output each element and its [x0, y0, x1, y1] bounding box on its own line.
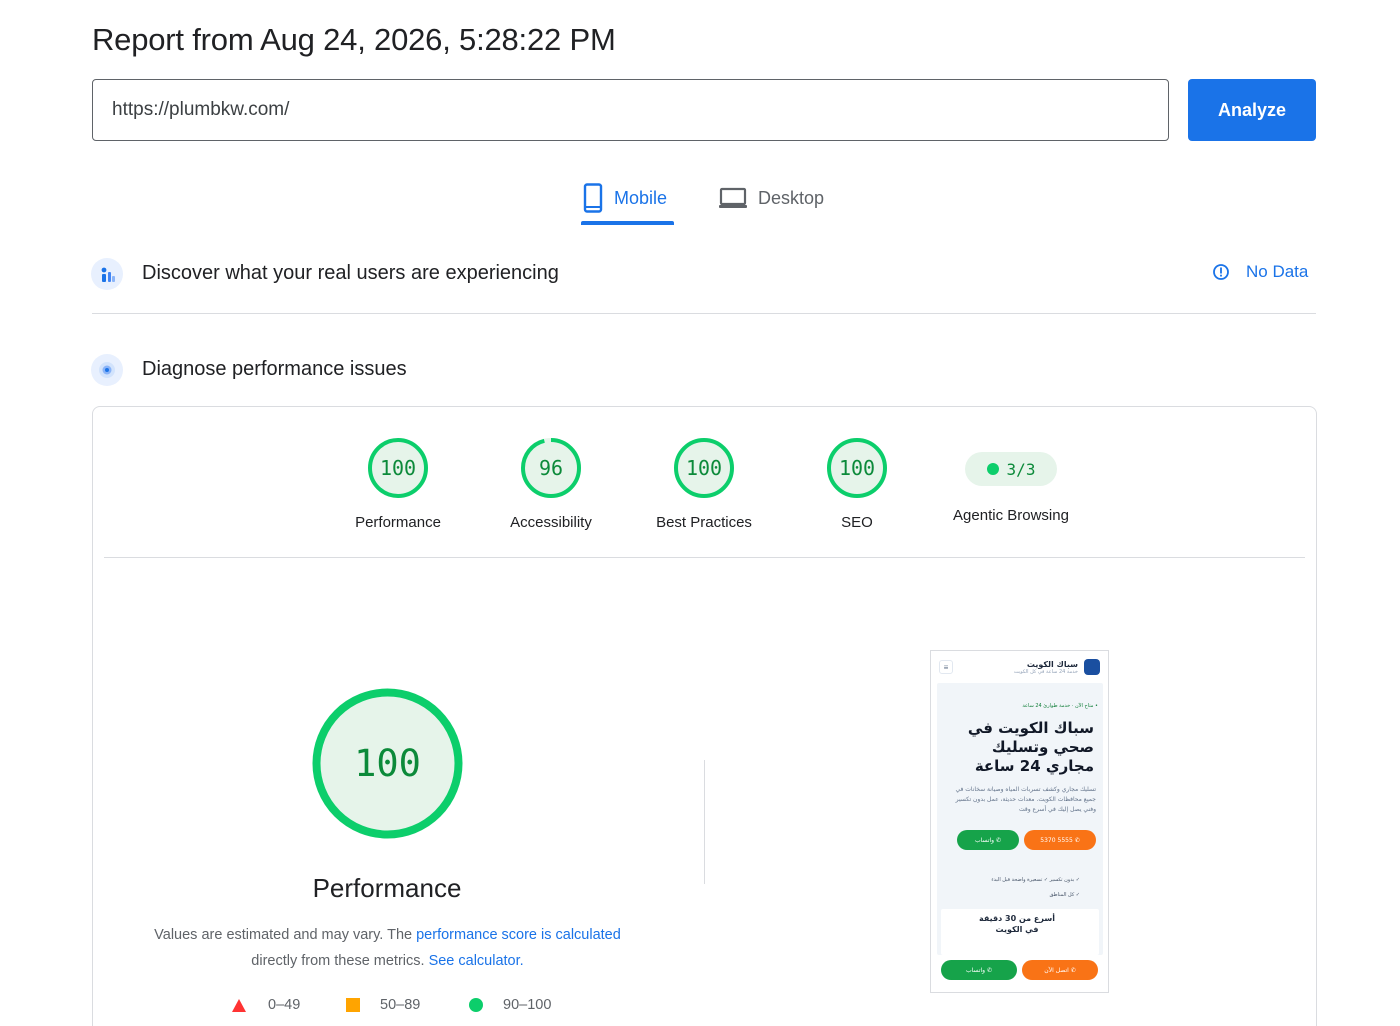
gauge-ring: 96	[521, 438, 581, 498]
field-data-title: Discover what your real users are experi…	[142, 262, 559, 284]
section-divider	[92, 313, 1316, 314]
diagnose-title: Diagnose performance issues	[142, 358, 407, 380]
performance-description: Values are estimated and may vary. The p…	[130, 922, 645, 974]
pass-dot-icon	[986, 463, 999, 475]
shot-card-title: أسرع من 30 دقيقة في الكويت	[979, 914, 1055, 934]
shot-logo: سباك الكويت خدمة 24 ساعة في كل الكويت	[1014, 659, 1100, 675]
gauge-score: 100	[686, 456, 722, 480]
shot-feature-1: ✓ بدون تكسير ✓ تسعيرة واضحة قبل البدء	[991, 877, 1080, 883]
performance-big-gauge: 100	[312, 688, 463, 839]
pass-circle-icon	[469, 998, 483, 1012]
average-square-icon	[346, 998, 360, 1012]
shot-bottom-call: ✆ اتصل الآن	[1022, 960, 1098, 980]
agentic-score: 3/3	[1006, 459, 1036, 479]
smartphone-icon	[583, 183, 603, 213]
gauge-score: 96	[539, 456, 563, 480]
legend-average: 50–89	[346, 997, 420, 1013]
analyze-button[interactable]: Analyze	[1188, 79, 1316, 141]
tab-mobile[interactable]: Mobile	[582, 178, 667, 218]
legend-fail-label: 0–49	[268, 997, 301, 1013]
card-divider	[104, 557, 1305, 558]
gauge-label: Agentic Browsing	[953, 507, 1069, 524]
gauge-score: 100	[839, 456, 875, 480]
users-chart-icon	[91, 258, 123, 290]
gauge-ring: 100	[827, 438, 887, 498]
legend-fail: 0–49	[232, 997, 300, 1013]
gauge-label: Accessibility	[510, 514, 592, 531]
legend-pass-label: 90–100	[503, 997, 552, 1013]
no-data-label: No Data	[1246, 262, 1309, 281]
gauge-seo[interactable]: 100 SEO	[807, 437, 907, 531]
shot-badge: • متاح الآن · خدمة طوارئ 24 ساعة	[1022, 703, 1098, 709]
no-data-link[interactable]: No Data	[1212, 262, 1308, 282]
gauge-best-practices[interactable]: 100 Best Practices	[654, 437, 754, 531]
shot-feature-2: ✓ كل المناطق	[1049, 892, 1080, 898]
legend-pass: 90–100	[469, 997, 551, 1013]
report-title: Report from Aug 24, 2026, 5:28:22 PM	[92, 22, 616, 57]
shot-heading: سباك الكويت في صحي وتسليك مجاري 24 ساعة	[967, 719, 1094, 775]
active-tab-indicator	[581, 221, 674, 225]
shot-paragraph: تسليك مجاري وكشف تسربات المياه وصيانة سخ…	[955, 786, 1096, 813]
page-screenshot[interactable]: سباك الكويت خدمة 24 ساعة في كل الكويت ≡ …	[930, 650, 1109, 993]
gauge-agentic-browsing[interactable]: 3/3 Agentic Browsing	[950, 437, 1072, 524]
shot-brand-sub: خدمة 24 ساعة في كل الكويت	[1013, 668, 1078, 675]
gauge-accessibility[interactable]: 96 Accessibility	[501, 437, 601, 531]
shot-whatsapp-button: ✆ واتساب	[957, 830, 1019, 850]
radar-icon	[91, 354, 123, 386]
gauge-label: Performance	[355, 514, 441, 531]
gauge-performance[interactable]: 100 Performance	[348, 437, 448, 531]
shot-bottom-whatsapp: ✆ واتساب	[941, 960, 1017, 980]
fail-triangle-icon	[232, 998, 246, 1012]
agentic-pill: 3/3	[965, 452, 1057, 486]
performance-score-link[interactable]: performance score is calculated	[416, 927, 621, 943]
gauge-ring: 100	[674, 438, 734, 498]
gauge-label: Best Practices	[656, 514, 752, 531]
laptop-icon	[719, 187, 747, 208]
performance-big-label: Performance	[312, 873, 462, 903]
shot-call-button: ✆ 5555 5370	[1024, 830, 1096, 850]
info-icon	[1213, 264, 1229, 280]
desc-text-2: directly from these metrics.	[251, 953, 429, 969]
tab-desktop[interactable]: Desktop	[718, 178, 824, 218]
gauge-ring: 100	[368, 438, 428, 498]
performance-big-score: 100	[354, 742, 421, 785]
gauge-label: SEO	[841, 514, 873, 531]
gauge-score: 100	[380, 456, 416, 480]
shot-header: سباك الكويت خدمة 24 ساعة في كل الكويت ≡	[931, 651, 1108, 683]
url-input[interactable]	[92, 79, 1169, 141]
vertical-separator	[704, 760, 705, 884]
legend-average-label: 50–89	[380, 997, 421, 1013]
desc-text: Values are estimated and may vary. The	[154, 927, 417, 943]
see-calculator-link[interactable]: See calculator.	[429, 953, 524, 969]
menu-icon: ≡	[939, 660, 953, 674]
shot-brand: سباك الكويت	[1026, 659, 1078, 669]
tab-mobile-label: Mobile	[614, 187, 668, 208]
wrench-icon	[1084, 659, 1100, 675]
tab-desktop-label: Desktop	[758, 187, 825, 208]
